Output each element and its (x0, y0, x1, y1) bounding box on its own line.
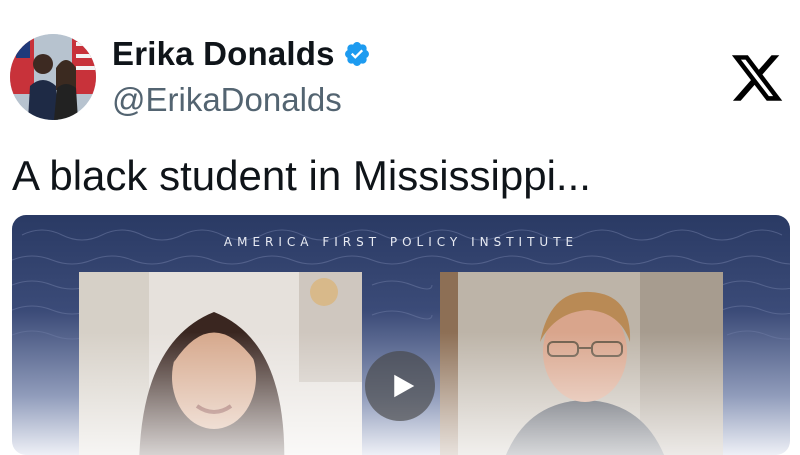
play-icon (393, 374, 414, 398)
author-avatar[interactable] (10, 34, 96, 120)
video-banner-text: AMERICA FIRST POLICY INSTITUTE (223, 235, 579, 249)
verified-badge-icon (343, 40, 371, 68)
x-logo-icon[interactable] (729, 50, 785, 106)
video-panel-left (79, 272, 362, 455)
post-video[interactable]: AMERICA FIRST POLICY INSTITUTE (12, 215, 790, 455)
author-handle[interactable]: @ErikaDonalds (112, 80, 342, 120)
author-name-row: Erika Donalds (112, 34, 371, 74)
author-display-name[interactable]: Erika Donalds (112, 34, 335, 74)
post-text: A black student in Mississippi... (12, 152, 591, 199)
video-panel-right (440, 272, 723, 455)
play-button[interactable] (365, 351, 435, 421)
avatar-photo (10, 34, 96, 120)
